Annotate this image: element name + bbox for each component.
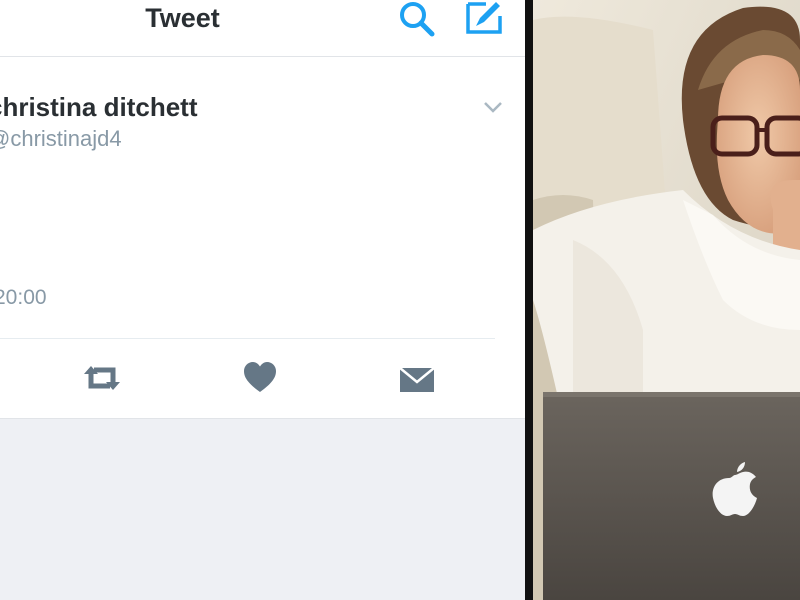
- tweet-author-handle[interactable]: @christinajd4: [0, 126, 122, 152]
- tweet-timestamp: 20:00: [0, 286, 47, 309]
- divider: [0, 338, 495, 339]
- image-divider: [525, 0, 533, 600]
- heart-icon[interactable]: [242, 360, 278, 396]
- tweet-author-name[interactable]: christina ditchett: [0, 92, 197, 123]
- chevron-down-icon[interactable]: [482, 98, 504, 116]
- search-icon[interactable]: [396, 0, 438, 38]
- retweet-icon[interactable]: [80, 360, 124, 396]
- header-bar: Tweet: [0, 0, 525, 57]
- envelope-icon[interactable]: [398, 360, 436, 396]
- twitter-app-screen: Tweet christina ditchett @christinajd4 2…: [0, 0, 525, 600]
- page-title: Tweet: [145, 3, 220, 33]
- compose-icon[interactable]: [462, 0, 504, 38]
- photo-woman-with-laptop: [533, 0, 800, 600]
- photo-panel: [533, 0, 800, 600]
- empty-content-area: [0, 418, 525, 600]
